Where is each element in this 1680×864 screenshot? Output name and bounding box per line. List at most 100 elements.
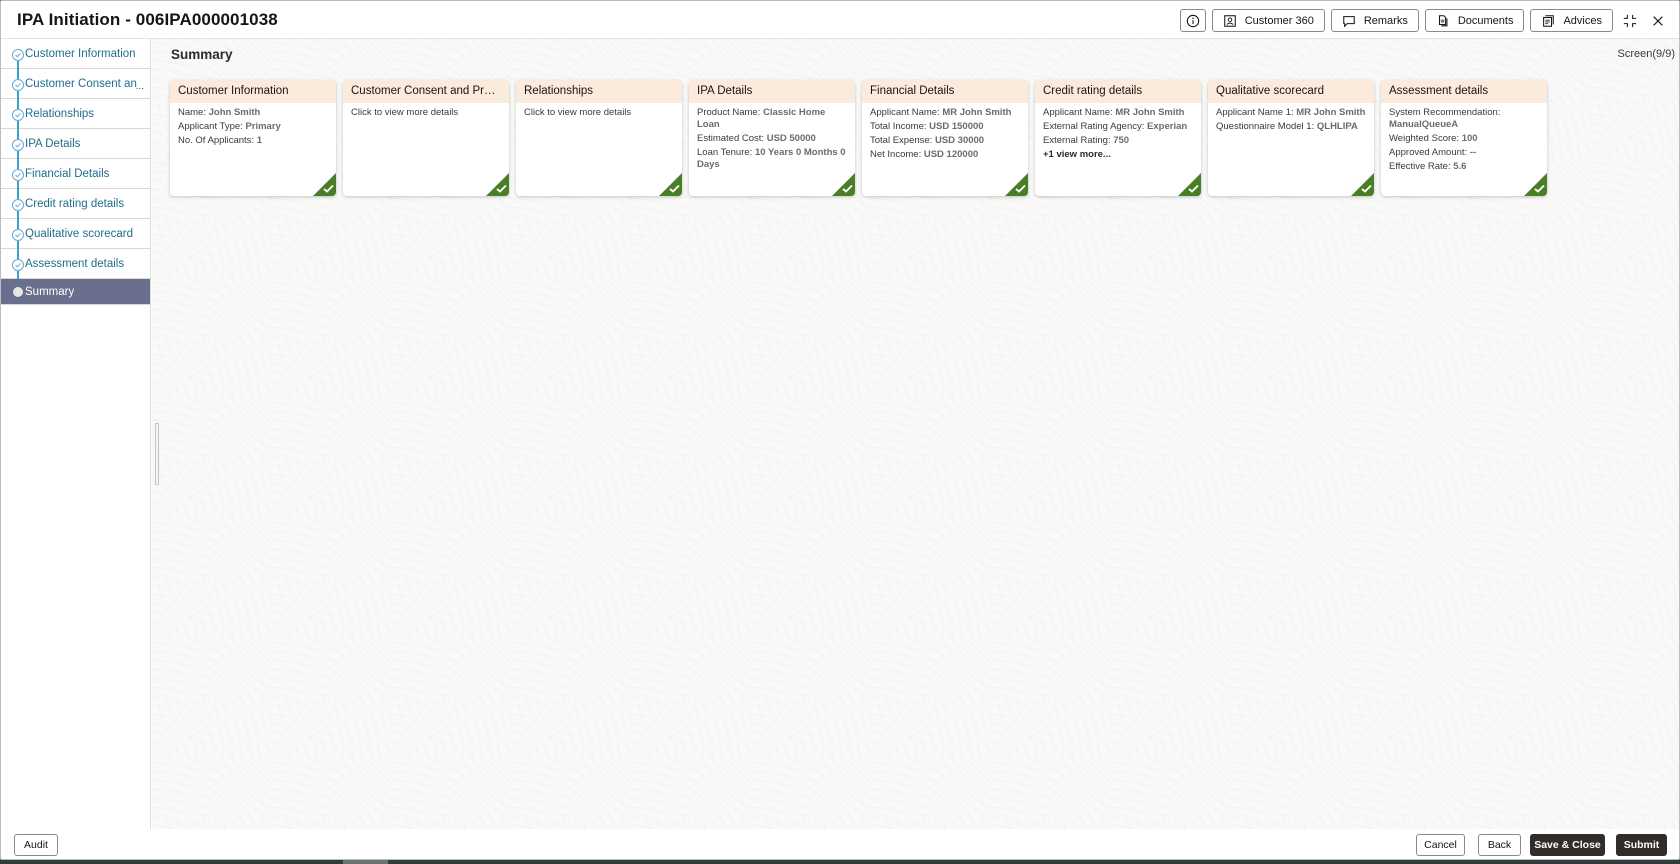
sidebar-item-customer-consent[interactable]: Customer Consent and ... xyxy=(1,69,150,111)
sidebar-item-label: Summary xyxy=(25,285,75,298)
card-title: Assessment details xyxy=(1381,80,1547,103)
advices-button[interactable]: Advices xyxy=(1530,9,1613,32)
app-window: IPA Initiation - 006IPA000001038 Custome… xyxy=(0,0,1680,860)
card-title: Customer Information xyxy=(170,80,336,103)
back-button[interactable]: Back xyxy=(1478,834,1521,856)
remarks-label: Remarks xyxy=(1363,14,1408,27)
current-step-icon xyxy=(13,287,23,297)
check-circle-icon xyxy=(12,79,24,91)
sidebar-item-assessment-details[interactable]: Assessment details xyxy=(1,249,150,291)
save-close-button[interactable]: Save & Close xyxy=(1530,834,1605,856)
info-icon xyxy=(1186,14,1199,27)
summary-card-financial-details[interactable]: Financial Details Applicant Name: MR Joh… xyxy=(862,80,1028,196)
summary-card-relationships[interactable]: Relationships Click to view more details xyxy=(516,80,682,196)
sidebar-item-customer-information[interactable]: Customer Information xyxy=(1,39,150,81)
submit-button[interactable]: Submit xyxy=(1616,834,1667,856)
documents-label: Documents xyxy=(1457,14,1514,27)
card-field: External Rating: 750 xyxy=(1043,135,1130,146)
customer-360-button[interactable]: Customer 360 xyxy=(1211,9,1325,32)
card-title: Financial Details xyxy=(862,80,1028,103)
check-circle-icon xyxy=(12,229,24,241)
header-bar: IPA Initiation - 006IPA000001038 Custome… xyxy=(1,1,1679,39)
sidebar-item-credit-rating-details[interactable]: Credit rating details xyxy=(1,189,150,231)
view-details-link[interactable]: Click to view more details xyxy=(351,107,501,119)
documents-icon xyxy=(1438,14,1448,26)
close-window-button[interactable] xyxy=(1647,10,1669,32)
check-circle-icon xyxy=(12,49,24,61)
card-title: Qualitative scorecard xyxy=(1208,80,1374,103)
sidebar-item-label: Assessment details xyxy=(25,257,125,270)
cancel-button[interactable]: Cancel xyxy=(1416,834,1465,856)
summary-cards: Customer Information Name: John Smith Ap… xyxy=(170,80,1547,196)
checkmark-icon xyxy=(1015,184,1026,193)
card-field: System Recommendation: ManualQueueA xyxy=(1389,107,1501,130)
minimize-window-button[interactable] xyxy=(1619,10,1641,32)
card-field: Name: John Smith xyxy=(178,107,261,118)
taskbar-strip xyxy=(0,860,1680,864)
checkmark-icon xyxy=(323,184,334,193)
card-title: Customer Consent and Pref... xyxy=(343,80,509,103)
close-icon xyxy=(1653,15,1663,26)
check-circle-icon xyxy=(12,169,24,181)
sidebar-item-label: Relationships xyxy=(25,107,95,120)
card-field: Applicant Type: Primary xyxy=(178,121,281,132)
summary-card-qualitative-scorecard[interactable]: Qualitative scorecard Applicant Name 1: … xyxy=(1208,80,1374,196)
card-field: Net Income: USD 120000 xyxy=(870,149,979,160)
summary-card-credit-rating-details[interactable]: Credit rating details Applicant Name: MR… xyxy=(1035,80,1201,196)
card-field: Loan Tenure: 10 Years 0 Months 0 Days xyxy=(697,147,846,170)
panel-resize-handle[interactable] xyxy=(155,423,159,485)
info-button[interactable] xyxy=(1179,9,1206,32)
card-field: Questionnaire Model 1: QLHLIPA xyxy=(1216,121,1358,132)
card-title: IPA Details xyxy=(689,80,855,103)
check-circle-icon xyxy=(12,199,24,211)
view-details-link[interactable]: Click to view more details xyxy=(524,107,674,119)
advices-label: Advices xyxy=(1563,14,1602,27)
card-title: Relationships xyxy=(516,80,682,103)
view-more-link[interactable]: +1 view more... xyxy=(1043,149,1193,161)
check-circle-icon xyxy=(12,259,24,271)
customer-360-label: Customer 360 xyxy=(1244,14,1314,27)
step-navigation: Customer Information Customer Consent an… xyxy=(1,39,151,829)
sidebar-item-label: Customer Information xyxy=(25,47,136,60)
checkmark-icon xyxy=(496,184,507,193)
summary-card-customer-consent[interactable]: Customer Consent and Pref... Click to vi… xyxy=(343,80,509,196)
sidebar-item-label: Financial Details xyxy=(25,167,110,180)
checkmark-icon xyxy=(842,184,853,193)
section-title: Summary xyxy=(171,47,233,62)
audit-button[interactable]: Audit xyxy=(14,834,58,856)
card-field: External Rating Agency: Experian xyxy=(1043,121,1188,132)
summary-card-customer-information[interactable]: Customer Information Name: John Smith Ap… xyxy=(170,80,336,196)
screen-counter: Screen(9/9) xyxy=(1617,48,1675,60)
sidebar-item-financial-details[interactable]: Financial Details xyxy=(1,159,150,201)
check-circle-icon xyxy=(12,109,24,121)
card-field: Weighted Score: 100 xyxy=(1389,133,1478,144)
sidebar-item-label: IPA Details xyxy=(25,137,81,150)
card-field: Approved Amount: -- xyxy=(1389,147,1477,158)
customer-360-icon xyxy=(1223,14,1236,27)
collapse-icon xyxy=(1623,14,1637,27)
summary-card-assessment-details[interactable]: Assessment details System Recommendation… xyxy=(1381,80,1547,196)
card-field: No. Of Applicants: 1 xyxy=(178,135,262,146)
page-title: IPA Initiation - 006IPA000001038 xyxy=(17,10,278,29)
taskbar-item[interactable] xyxy=(343,860,388,864)
overflow-ellipsis: ... xyxy=(135,81,144,92)
remarks-button[interactable]: Remarks xyxy=(1330,9,1419,32)
checkmark-icon xyxy=(669,184,680,193)
card-field: Applicant Name 1: MR John Smith xyxy=(1216,107,1366,118)
checkmark-icon xyxy=(1534,184,1545,193)
checkmark-icon xyxy=(1188,184,1199,193)
card-field: Effective Rate: 5.6 xyxy=(1389,161,1467,172)
header-actions: Customer 360 Remarks Documents Advices xyxy=(1179,9,1669,32)
sidebar-item-label: Qualitative scorecard xyxy=(25,227,134,240)
sidebar-item-ipa-details[interactable]: IPA Details xyxy=(1,129,150,171)
checkmark-icon xyxy=(1361,184,1372,193)
summary-card-ipa-details[interactable]: IPA Details Product Name: Classic Home L… xyxy=(689,80,855,196)
comment-icon xyxy=(1343,15,1355,28)
sidebar-item-summary[interactable]: Summary xyxy=(1,279,150,305)
sidebar-item-label: Customer Consent and xyxy=(25,77,137,90)
sidebar-item-relationships[interactable]: Relationships xyxy=(1,99,150,141)
documents-button[interactable]: Documents xyxy=(1424,9,1525,32)
check-circle-icon xyxy=(12,139,24,151)
sidebar-item-qualitative-scorecard[interactable]: Qualitative scorecard xyxy=(1,219,150,261)
card-field: Applicant Name: MR John Smith xyxy=(1043,107,1185,118)
